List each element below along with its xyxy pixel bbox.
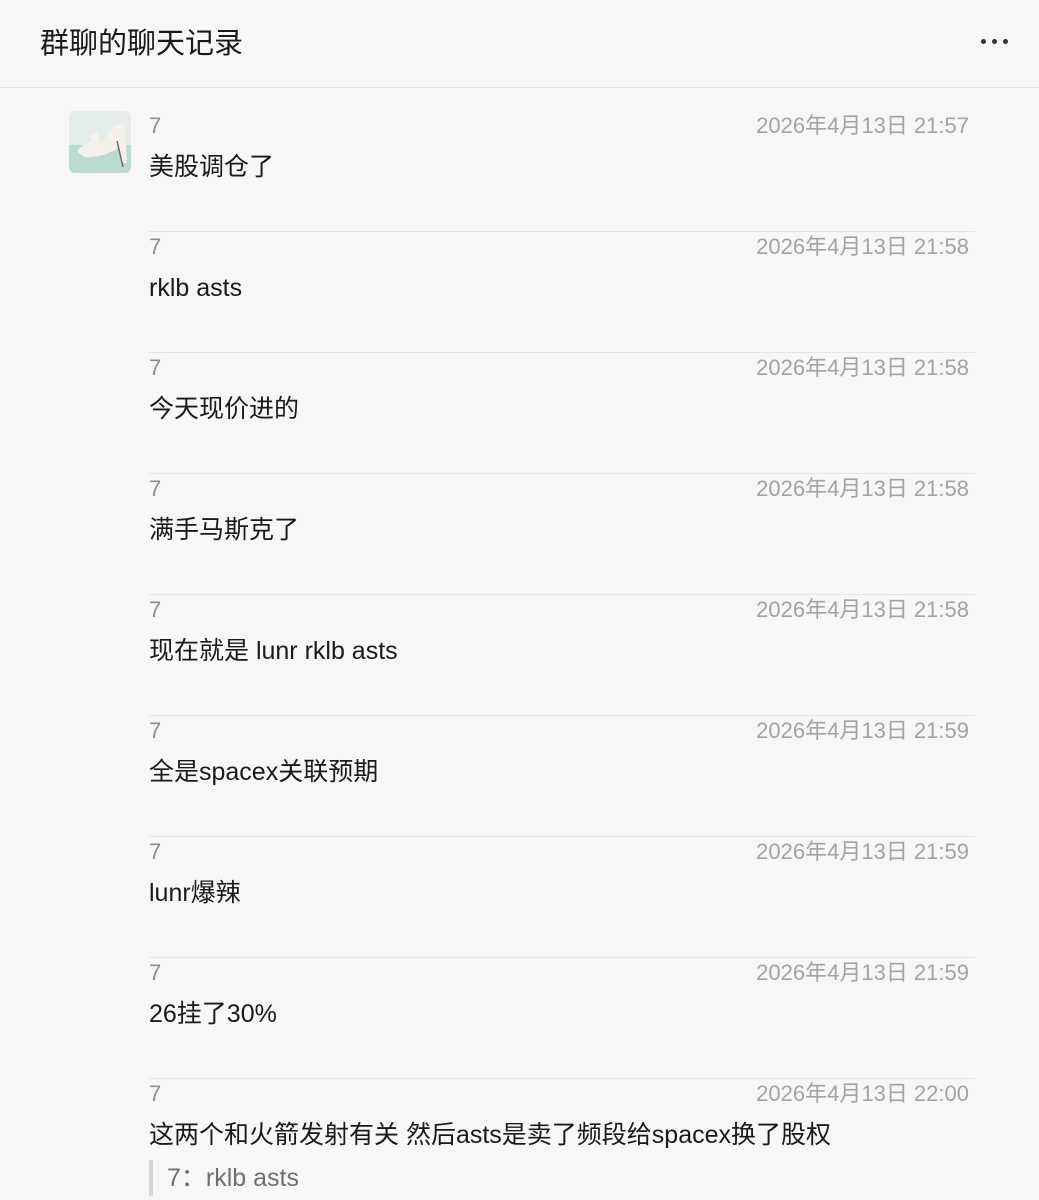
- message-item[interactable]: 7 2026年4月13日 21:59 26挂了30%: [149, 958, 975, 1079]
- message-text: 这两个和火箭发射有关 然后asts是卖了频段给spacex换了股权: [149, 1121, 832, 1149]
- sender-name: 7: [149, 597, 162, 622]
- message-item[interactable]: 7 2026年4月13日 21:59 lunr爆辣: [149, 837, 975, 958]
- sender-name: 7: [149, 839, 162, 864]
- message-item[interactable]: 7 2026年4月13日 21:59 全是spacex关联预期: [149, 716, 975, 837]
- message-text: 现在就是 lunr rklb asts: [149, 637, 398, 665]
- message-item[interactable]: 7 2026年4月13日 21:58 现在就是 lunr rklb asts: [149, 595, 975, 716]
- page-title: 群聊的聊天记录: [40, 28, 244, 60]
- message-text: 全是spacex关联预期: [149, 758, 379, 786]
- message-time: 2026年4月13日 21:58: [756, 355, 969, 380]
- message-time: 2026年4月13日 21:59: [756, 960, 969, 985]
- title-bar: 群聊的聊天记录: [0, 0, 1039, 88]
- message-time: 2026年4月13日 21:58: [756, 476, 969, 501]
- message-time: 2026年4月13日 22:00: [756, 1081, 969, 1106]
- avatar[interactable]: [69, 111, 131, 173]
- message-text: rklb asts: [149, 274, 243, 302]
- sender-name: 7: [149, 113, 162, 138]
- message-time: 2026年4月13日 21:59: [756, 839, 969, 864]
- message-item[interactable]: 7 2026年4月13日 21:58 rklb asts: [149, 232, 975, 353]
- sender-name: 7: [149, 234, 162, 259]
- message-time: 2026年4月13日 21:58: [756, 597, 969, 622]
- sender-name: 7: [149, 476, 162, 501]
- sender-name: 7: [149, 1081, 162, 1106]
- message-text: 26挂了30%: [149, 1000, 277, 1028]
- message-text: 美股调仓了: [149, 153, 275, 181]
- sender-name: 7: [149, 960, 162, 985]
- message-time: 2026年4月13日 21:57: [756, 113, 969, 138]
- message-time: 2026年4月13日 21:58: [756, 234, 969, 259]
- sender-name: 7: [149, 355, 162, 380]
- message-time: 2026年4月13日 21:59: [756, 718, 969, 743]
- message-text: lunr爆辣: [149, 879, 241, 907]
- message-item[interactable]: 7 2026年4月13日 22:00 这两个和火箭发射有关 然后asts是卖了频…: [149, 1079, 975, 1200]
- message-text: 今天现价进的: [149, 395, 300, 423]
- message-item[interactable]: 7 2026年4月13日 21:58 满手马斯克了: [149, 474, 975, 595]
- quoted-message[interactable]: 7：rklb asts: [149, 1160, 299, 1196]
- message-item[interactable]: 7 2026年4月13日 21:57 美股调仓了: [149, 111, 975, 232]
- message-text: 满手马斯克了: [149, 516, 300, 544]
- more-icon[interactable]: [978, 30, 1012, 54]
- sender-name: 7: [149, 718, 162, 743]
- message-item[interactable]: 7 2026年4月13日 21:58 今天现价进的: [149, 353, 975, 474]
